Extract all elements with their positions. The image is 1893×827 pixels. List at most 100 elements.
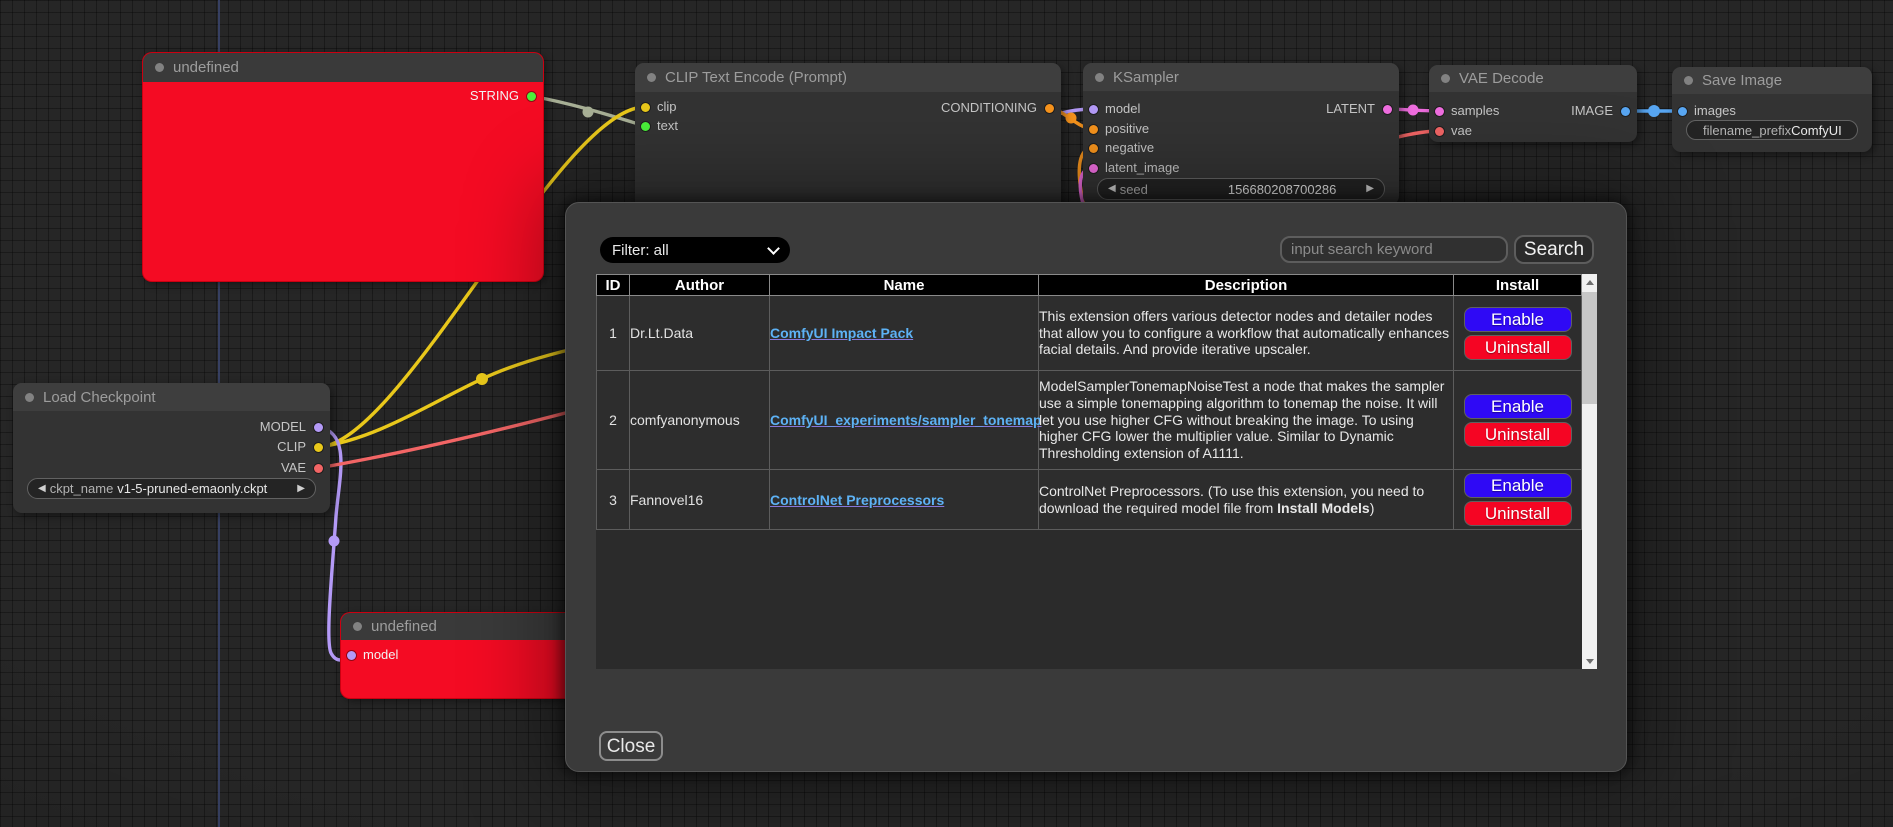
- graph-canvas[interactable]: undefined STRING CLIP Text Encode (Prompt)…: [0, 0, 1893, 827]
- node-titlebar: undefined: [143, 53, 543, 82]
- node-title: VAE Decode: [1459, 70, 1544, 87]
- scrollbar-thumb[interactable]: [1582, 292, 1597, 404]
- output-slot-CONDITIONING[interactable]: CONDITIONING: [635, 100, 1061, 116]
- input-slot-latent_image[interactable]: latent_image: [1083, 160, 1399, 176]
- filter-dropdown[interactable]: Filter: all: [600, 237, 790, 263]
- input-slot-label: model: [363, 647, 398, 663]
- node-titlebar: Load Checkpoint: [13, 383, 330, 411]
- input-port-icon[interactable]: [641, 122, 650, 131]
- extension-link[interactable]: ComfyUI_experiments/sampler_tonemap: [770, 412, 1042, 428]
- description-text: This extension offers various detector n…: [1039, 308, 1449, 358]
- input-slot-positive[interactable]: positive: [1083, 121, 1399, 137]
- input-slot-images[interactable]: images: [1672, 103, 1872, 119]
- scroll-up-arrow-icon[interactable]: [1582, 274, 1597, 290]
- node-ksampler[interactable]: KSamplermodelpositivenegativelatent_imag…: [1083, 63, 1399, 205]
- node-titlebar: CLIP Text Encode (Prompt): [635, 63, 1061, 92]
- enable-button[interactable]: Enable: [1464, 394, 1572, 419]
- cell-author: Dr.Lt.Data: [630, 296, 770, 371]
- close-button[interactable]: Close: [599, 731, 663, 761]
- node-collapse-dot-icon[interactable]: [1095, 73, 1104, 82]
- input-port-icon[interactable]: [347, 651, 356, 660]
- node-vae-decode[interactable]: VAE DecodesamplesvaeIMAGE: [1429, 65, 1637, 142]
- search-input[interactable]: [1280, 236, 1508, 263]
- widget-value: v1-5-pruned-emaonly.ckpt: [117, 481, 267, 496]
- node-title: undefined: [173, 59, 239, 76]
- output-slot-label: STRING: [470, 88, 519, 104]
- input-port-icon[interactable]: [1089, 164, 1098, 173]
- extension-table: IDAuthorNameDescriptionInstall 1Dr.Lt.Da…: [596, 274, 1582, 530]
- chevron-down-icon: [767, 242, 780, 255]
- node-collapse-dot-icon[interactable]: [647, 73, 656, 82]
- node-collapse-dot-icon[interactable]: [1441, 74, 1450, 83]
- widget-label: filename_prefix: [1687, 123, 1791, 138]
- node-collapse-dot-icon[interactable]: [25, 393, 34, 402]
- output-slot-LATENT[interactable]: LATENT: [1083, 101, 1399, 117]
- output-port-icon[interactable]: [527, 92, 536, 101]
- node-save-image[interactable]: Save Imageimagesfilename_prefixComfyUI: [1672, 67, 1872, 152]
- table-row: 3Fannovel16ControlNet PreprocessorsContr…: [597, 470, 1582, 530]
- column-header-description: Description: [1039, 275, 1454, 296]
- output-slot-CLIP[interactable]: CLIP: [13, 439, 330, 455]
- node-collapse-dot-icon[interactable]: [155, 63, 164, 72]
- cell-author: Fannovel16: [630, 470, 770, 530]
- node-title: undefined: [371, 618, 437, 635]
- node-load-checkpoint[interactable]: Load CheckpointMODELCLIPVAE◀ckpt_namev1-…: [13, 383, 330, 513]
- input-slot-model[interactable]: model: [341, 647, 576, 663]
- output-port-icon[interactable]: [314, 423, 323, 432]
- output-port-icon[interactable]: [314, 443, 323, 452]
- node-collapse-dot-icon[interactable]: [353, 622, 362, 631]
- description-text: ModelSamplerTonemapNoiseTest a node that…: [1039, 378, 1444, 461]
- input-port-icon[interactable]: [1678, 107, 1687, 116]
- input-port-icon[interactable]: [1089, 125, 1098, 134]
- input-slot-negative[interactable]: negative: [1083, 140, 1399, 156]
- filter-value: Filter: all: [612, 242, 669, 259]
- output-slot-MODEL[interactable]: MODEL: [13, 419, 330, 435]
- node-collapse-dot-icon[interactable]: [1684, 76, 1693, 85]
- output-port-icon[interactable]: [1383, 105, 1392, 114]
- table-row: 2comfyanonymousComfyUI_experiments/sampl…: [597, 371, 1582, 470]
- scroll-down-arrow-icon[interactable]: [1582, 653, 1597, 669]
- uninstall-button[interactable]: Uninstall: [1464, 501, 1572, 526]
- output-slot-label: IMAGE: [1571, 103, 1613, 119]
- output-port-icon[interactable]: [1621, 107, 1630, 116]
- output-slot-label: VAE: [281, 460, 306, 476]
- uninstall-button[interactable]: Uninstall: [1464, 422, 1572, 447]
- search-button[interactable]: Search: [1514, 235, 1594, 264]
- node-node-undefined-top[interactable]: undefined STRING: [143, 53, 543, 281]
- table-header-row: IDAuthorNameDescriptionInstall: [597, 275, 1582, 296]
- output-slot-STRING[interactable]: STRING: [143, 88, 543, 104]
- enable-button[interactable]: Enable: [1464, 307, 1572, 332]
- table-scrollbar[interactable]: [1582, 274, 1597, 669]
- column-header-name: Name: [770, 275, 1039, 296]
- output-port-icon[interactable]: [1045, 104, 1054, 113]
- cell-install: Enable Uninstall: [1454, 296, 1582, 371]
- widget-seed[interactable]: ◀seed156680208700286▶: [1097, 178, 1385, 200]
- widget-increment-icon[interactable]: ▶: [293, 484, 315, 494]
- node-node-undefined-bottom[interactable]: undefined model: [341, 613, 576, 698]
- description-text: Install Models: [1277, 500, 1370, 516]
- input-port-icon[interactable]: [1089, 144, 1098, 153]
- input-slot-vae[interactable]: vae: [1429, 123, 1637, 139]
- extension-link[interactable]: ControlNet Preprocessors: [770, 492, 944, 508]
- uninstall-button[interactable]: Uninstall: [1464, 335, 1572, 360]
- output-slot-label: LATENT: [1326, 101, 1375, 117]
- widget-ckpt_name[interactable]: ◀ckpt_namev1-5-pruned-emaonly.ckpt▶: [27, 478, 316, 499]
- widget-filename_prefix[interactable]: filename_prefixComfyUI: [1686, 120, 1858, 140]
- input-slot-text[interactable]: text: [635, 118, 1061, 134]
- input-slot-label: vae: [1451, 123, 1472, 139]
- widget-decrement-icon[interactable]: ◀: [1098, 184, 1120, 194]
- output-slot-VAE[interactable]: VAE: [13, 460, 330, 476]
- widget-increment-icon[interactable]: ▶: [1362, 184, 1384, 194]
- output-port-icon[interactable]: [314, 464, 323, 473]
- input-slot-label: images: [1694, 103, 1736, 119]
- cell-name: ControlNet Preprocessors: [770, 470, 1039, 530]
- input-slot-label: latent_image: [1105, 160, 1179, 176]
- enable-button[interactable]: Enable: [1464, 473, 1572, 498]
- input-port-icon[interactable]: [1435, 127, 1444, 136]
- cell-author: comfyanonymous: [630, 371, 770, 470]
- widget-decrement-icon[interactable]: ◀: [28, 484, 50, 494]
- extension-link[interactable]: ComfyUI Impact Pack: [770, 325, 913, 341]
- cell-id: 1: [597, 296, 630, 371]
- output-slot-IMAGE[interactable]: IMAGE: [1429, 103, 1637, 119]
- node-clip-text-encode[interactable]: CLIP Text Encode (Prompt)cliptextCONDITI…: [635, 63, 1061, 213]
